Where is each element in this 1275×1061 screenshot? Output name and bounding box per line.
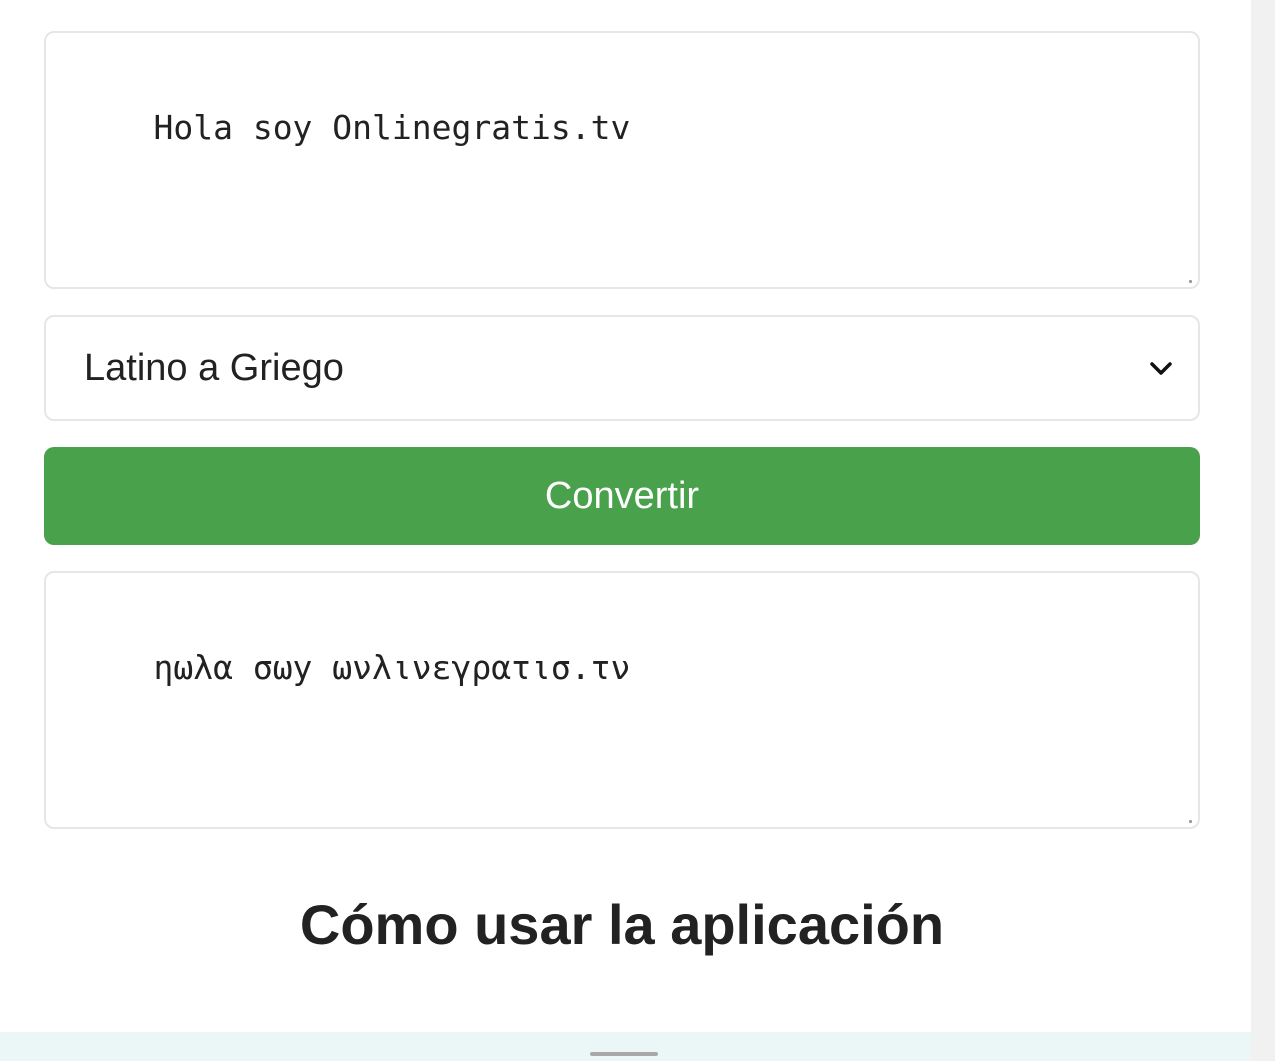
chevron-down-icon	[1150, 362, 1172, 375]
resize-grip-icon[interactable]	[1189, 820, 1192, 823]
output-text-value: ηωλα σωy ωνλινεγρατισ.τν	[153, 648, 631, 687]
conversion-mode-value: Latino a Griego	[84, 346, 344, 389]
scrollbar-track[interactable]	[1251, 0, 1275, 1061]
resize-grip-icon[interactable]	[1189, 280, 1192, 283]
converter-page: Hola soy Onlinegratis.tv Latino a Griego…	[0, 0, 1251, 1032]
convert-button[interactable]: Convertir	[44, 447, 1200, 545]
output-text-area[interactable]: ηωλα σωy ωνλινεγρατισ.τν	[44, 571, 1200, 829]
conversion-mode-select[interactable]: Latino a Griego	[44, 315, 1200, 421]
input-text-area[interactable]: Hola soy Onlinegratis.tv	[44, 31, 1200, 289]
how-to-use-heading: Cómo usar la aplicación	[299, 893, 945, 956]
bottom-panel	[0, 1032, 1251, 1061]
input-text-value: Hola soy Onlinegratis.tv	[153, 108, 631, 147]
drag-handle-icon[interactable]	[590, 1052, 658, 1056]
